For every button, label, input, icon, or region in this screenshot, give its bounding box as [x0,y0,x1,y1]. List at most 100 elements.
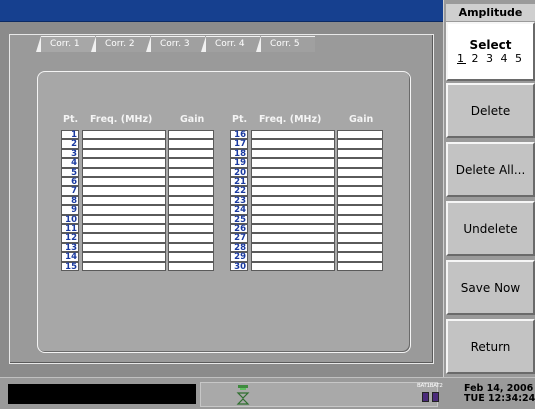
gain-cell[interactable] [168,205,214,215]
point-number: 23 [230,195,248,205]
tab-corr-4[interactable]: Corr. 4 [201,36,260,52]
select-button[interactable]: Select 1 2 3 4 5 [446,22,535,81]
gain-cell[interactable] [168,177,214,187]
gain-cell[interactable] [337,167,383,177]
freq-cell[interactable] [251,195,335,206]
header-gain-left: Gain [180,114,205,125]
gain-cell[interactable] [168,261,214,271]
tab-corr-2[interactable]: Corr. 2 [91,36,150,52]
tab-corr-3[interactable]: Corr. 3 [146,36,205,52]
point-number: 11 [61,224,79,233]
freq-cell[interactable] [251,158,335,168]
gain-cell[interactable] [168,167,214,177]
freq-cell[interactable] [251,214,335,224]
gain-cell[interactable] [337,261,383,271]
gain-cell[interactable] [337,148,383,159]
gain-cell[interactable] [337,242,383,253]
tab-corr-1[interactable]: Corr. 1 [36,36,95,52]
gain-cell[interactable] [168,233,214,243]
gain-cell[interactable] [168,139,214,149]
freq-cell[interactable] [82,261,166,271]
gain-cell[interactable] [168,214,214,224]
point-number: 7 [61,186,79,196]
freq-cell[interactable] [251,148,335,159]
point-number: 1 [61,130,79,139]
delete-all-button[interactable]: Delete All... [446,142,535,197]
gain-cell[interactable] [168,186,214,196]
freq-cell[interactable] [82,224,166,234]
point-number: 10 [61,214,79,224]
gain-cell[interactable] [168,252,214,262]
header-freq-left: Freq. (MHz) [90,114,153,125]
freq-cell[interactable] [251,139,335,149]
header-gain-right: Gain [349,114,374,125]
point-number: 26 [230,224,248,233]
freq-cell[interactable] [251,186,335,196]
point-number: 13 [61,242,79,252]
freq-cell[interactable] [251,242,335,253]
gain-cell[interactable] [337,214,383,224]
gain-cell[interactable] [168,224,214,234]
point-number: 15 [61,261,79,271]
header-pt-right: Pt. [232,114,248,125]
gain-cell[interactable] [168,158,214,168]
freq-cell[interactable] [251,224,335,234]
freq-cell[interactable] [251,130,335,140]
undelete-button[interactable]: Undelete [446,201,535,256]
gain-cell[interactable] [168,148,214,159]
point-number: 18 [230,148,248,158]
gain-cell[interactable] [337,186,383,196]
point-number: 3 [61,148,79,158]
freq-cell[interactable] [82,177,166,187]
gain-cell[interactable] [337,139,383,149]
freq-cell[interactable] [82,195,166,206]
freq-cell[interactable] [82,186,166,196]
freq-cell[interactable] [82,214,166,224]
point-number: 24 [230,205,248,215]
freq-cell[interactable] [251,233,335,243]
gain-cell[interactable] [337,224,383,234]
freq-cell[interactable] [82,167,166,177]
save-now-button[interactable]: Save Now [446,260,535,315]
gain-cell[interactable] [337,252,383,262]
freq-cell[interactable] [82,158,166,168]
freq-cell[interactable] [82,242,166,253]
point-number: 4 [61,158,79,168]
select-label: Select [469,37,512,52]
point-number: 30 [230,261,248,271]
freq-cell[interactable] [82,130,166,140]
freq-cell[interactable] [82,233,166,243]
gain-cell[interactable] [168,242,214,253]
gain-cell[interactable] [168,130,214,140]
point-number: 29 [230,252,248,262]
freq-cell[interactable] [251,167,335,177]
gain-cell[interactable] [337,130,383,140]
point-number: 25 [230,214,248,224]
point-number: 16 [230,130,248,139]
gain-cell[interactable] [337,195,383,206]
freq-cell[interactable] [251,205,335,215]
gain-cell[interactable] [337,205,383,215]
gain-cell[interactable] [337,233,383,243]
freq-cell[interactable] [251,261,335,271]
point-number: 6 [61,177,79,186]
freq-cell[interactable] [82,205,166,215]
gain-cell[interactable] [337,177,383,187]
freq-cell[interactable] [251,252,335,262]
return-button[interactable]: Return [446,319,535,374]
freq-cell[interactable] [82,252,166,262]
delete-button[interactable]: Delete [446,83,535,138]
battery-1-icon [422,392,429,402]
tab-corr-5[interactable]: Corr. 5 [256,36,315,52]
message-area [8,384,196,404]
freq-cell[interactable] [82,139,166,149]
menu-title: Amplitude [446,4,535,21]
point-number: 19 [230,158,248,168]
header-pt-left: Pt. [63,114,79,125]
select-other-numbers: 2 3 4 5 [466,51,524,65]
point-number: 9 [61,205,79,215]
gain-cell[interactable] [337,158,383,168]
gain-cell[interactable] [168,195,214,206]
freq-cell[interactable] [251,177,335,187]
freq-cell[interactable] [82,148,166,159]
